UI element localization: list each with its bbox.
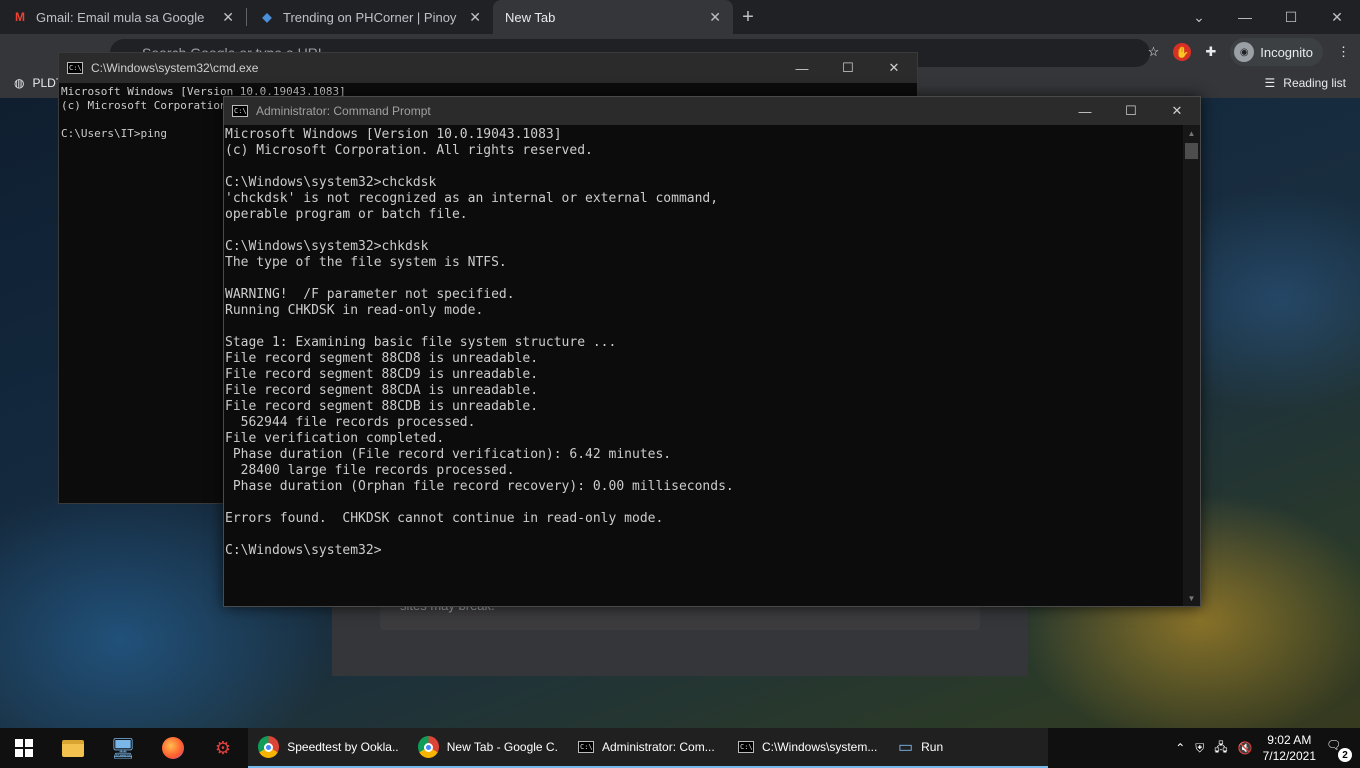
file-explorer-button[interactable] [48,728,98,768]
taskbar: 🖥 ⚙ Speedtest by Ookla... New Tab - Goog… [0,728,1360,768]
scroll-up-icon[interactable]: ▲ [1183,125,1200,141]
chrome-window-controls: ⌄ — ☐ ✕ [1176,0,1360,34]
network-icon[interactable]: 🖧 [1214,738,1227,759]
taskbar-app-cmd[interactable]: C:\ C:\Windows\system... [728,728,888,768]
scroll-thumb[interactable] [1185,143,1198,159]
start-button[interactable] [0,728,48,768]
taskbar-app-label: New Tab - Google C... [446,740,558,754]
notification-count: 2 [1338,748,1352,762]
taskbar-app-label: Speedtest by Ookla... [287,740,398,754]
cmd-titlebar[interactable]: C:\ Administrator: Command Prompt — ☐ ✕ [224,97,1200,125]
cmd-icon: C:\ [232,105,248,117]
tab-close-icon[interactable]: ✕ [709,9,721,26]
clock-time: 9:02 AM [1267,733,1312,747]
maximize-button[interactable]: ☐ [1268,0,1314,34]
this-pc-button[interactable]: 🖥 [98,728,148,768]
clock-date: 7/12/2021 [1262,749,1316,763]
close-button[interactable]: ✕ [1154,97,1200,125]
incognito-badge[interactable]: ◉ Incognito [1230,38,1323,66]
gmail-icon: M [15,10,25,24]
phcorner-icon: ◆ [262,10,272,24]
reading-list-icon: ☰ [1264,76,1276,90]
close-button[interactable]: ✕ [1314,0,1360,34]
console-output[interactable]: Microsoft Windows [Version 10.0.19043.10… [224,125,1184,559]
network-tool-button[interactable]: ⚙ [198,728,248,768]
tab-close-icon[interactable]: ✕ [222,9,234,26]
firefox-button[interactable] [148,728,198,768]
firefox-icon [162,737,184,759]
incognito-icon: ◉ [1234,42,1255,62]
menu-icon[interactable]: ⋮ [1337,44,1350,60]
close-button[interactable]: ✕ [871,53,917,83]
console-area[interactable]: Microsoft Windows [Version 10.0.19043.10… [224,125,1184,606]
cmd-title: Administrator: Command Prompt [256,104,431,118]
cmd-title: C:\Windows\system32\cmd.exe [91,61,259,75]
chrome-icon [418,736,439,758]
cmd-titlebar[interactable]: C:\ C:\Windows\system32\cmd.exe — ☐ ✕ [59,53,917,83]
cmd-window-controls: — ☐ ✕ [779,53,917,83]
cmd-window-admin[interactable]: C:\ Administrator: Command Prompt — ☐ ✕ … [223,96,1201,607]
reading-list-button[interactable]: ☰ Reading list [1265,76,1346,90]
bookmark-pldt[interactable]: ◍ PLDT [14,76,63,90]
globe-icon: ◍ [14,76,25,90]
scrollbar[interactable]: ▲ ▼ [1183,125,1200,606]
minimize-button[interactable]: — [1062,97,1108,125]
tab-title: Trending on PHCorner | Pinoy In [283,9,462,25]
toolbar-actions: ☆ ✋ ✚ ◉ Incognito ⋮ [1148,38,1350,66]
folder-icon [62,739,84,757]
cmd-icon: C:\ [67,62,83,74]
cmd-icon: C:\ [578,741,594,753]
tab-search-icon[interactable]: ⌄ [1176,0,1222,34]
taskbar-app-label: Run [921,740,944,754]
chrome-icon [258,736,280,758]
cmd-icon: C:\ [738,741,754,753]
minimize-button[interactable]: — [779,53,825,83]
tab-close-icon[interactable]: ✕ [469,9,481,26]
tab-title: New Tab [505,9,556,25]
security-icon[interactable]: ⛨ [1195,741,1204,756]
taskbar-app-admin-cmd[interactable]: C:\ Administrator: Com... [568,728,728,768]
taskbar-app-newtab[interactable]: New Tab - Google C... [408,728,568,768]
taskbar-app-speedtest[interactable]: Speedtest by Ookla... [248,728,408,768]
windows-logo-icon [15,739,33,757]
reading-list-label: Reading list [1283,76,1346,90]
run-icon: ▭ [898,739,914,756]
incognito-label: Incognito [1260,44,1313,60]
chrome-tab-strip: M Gmail: Email mula sa Google ✕ ◆ Trendi… [0,0,1360,34]
maximize-button[interactable]: ☐ [1108,97,1154,125]
chevron-up-icon[interactable]: ⌃ [1175,741,1185,755]
taskbar-app-run[interactable]: ▭ Run [888,728,1048,768]
extension-icon[interactable]: ✋ [1173,43,1192,61]
tab-title: Gmail: Email mula sa Google [36,9,205,25]
cmd-window-controls: — ☐ ✕ [1062,97,1200,125]
tab-gmail[interactable]: M Gmail: Email mula sa Google ✕ [0,0,246,34]
network-app-icon: ⚙ [214,737,232,758]
tab-phcorner[interactable]: ◆ Trending on PHCorner | Pinoy In ✕ [247,0,493,34]
volume-muted-icon[interactable]: 🔇 [1238,741,1253,755]
bookmark-star-icon[interactable]: ☆ [1148,44,1160,60]
scroll-down-icon[interactable]: ▼ [1183,590,1200,606]
clock[interactable]: 9:02 AM 7/12/2021 [1263,732,1316,764]
new-tab-button[interactable]: + [733,0,763,34]
taskbar-app-label: Administrator: Com... [602,740,715,754]
minimize-button[interactable]: — [1222,0,1268,34]
extensions-puzzle-icon[interactable]: ✚ [1205,44,1216,60]
computer-icon: 🖥 [110,737,136,760]
tab-new-tab[interactable]: New Tab ✕ [493,0,733,34]
taskbar-app-label: C:\Windows\system... [762,740,878,754]
system-tray: ⌃ ⛨ 🖧 🔇 9:02 AM 7/12/2021 🗨 2 [1175,728,1360,768]
maximize-button[interactable]: ☐ [825,53,871,83]
action-center-button[interactable]: 🗨 2 [1326,738,1352,762]
